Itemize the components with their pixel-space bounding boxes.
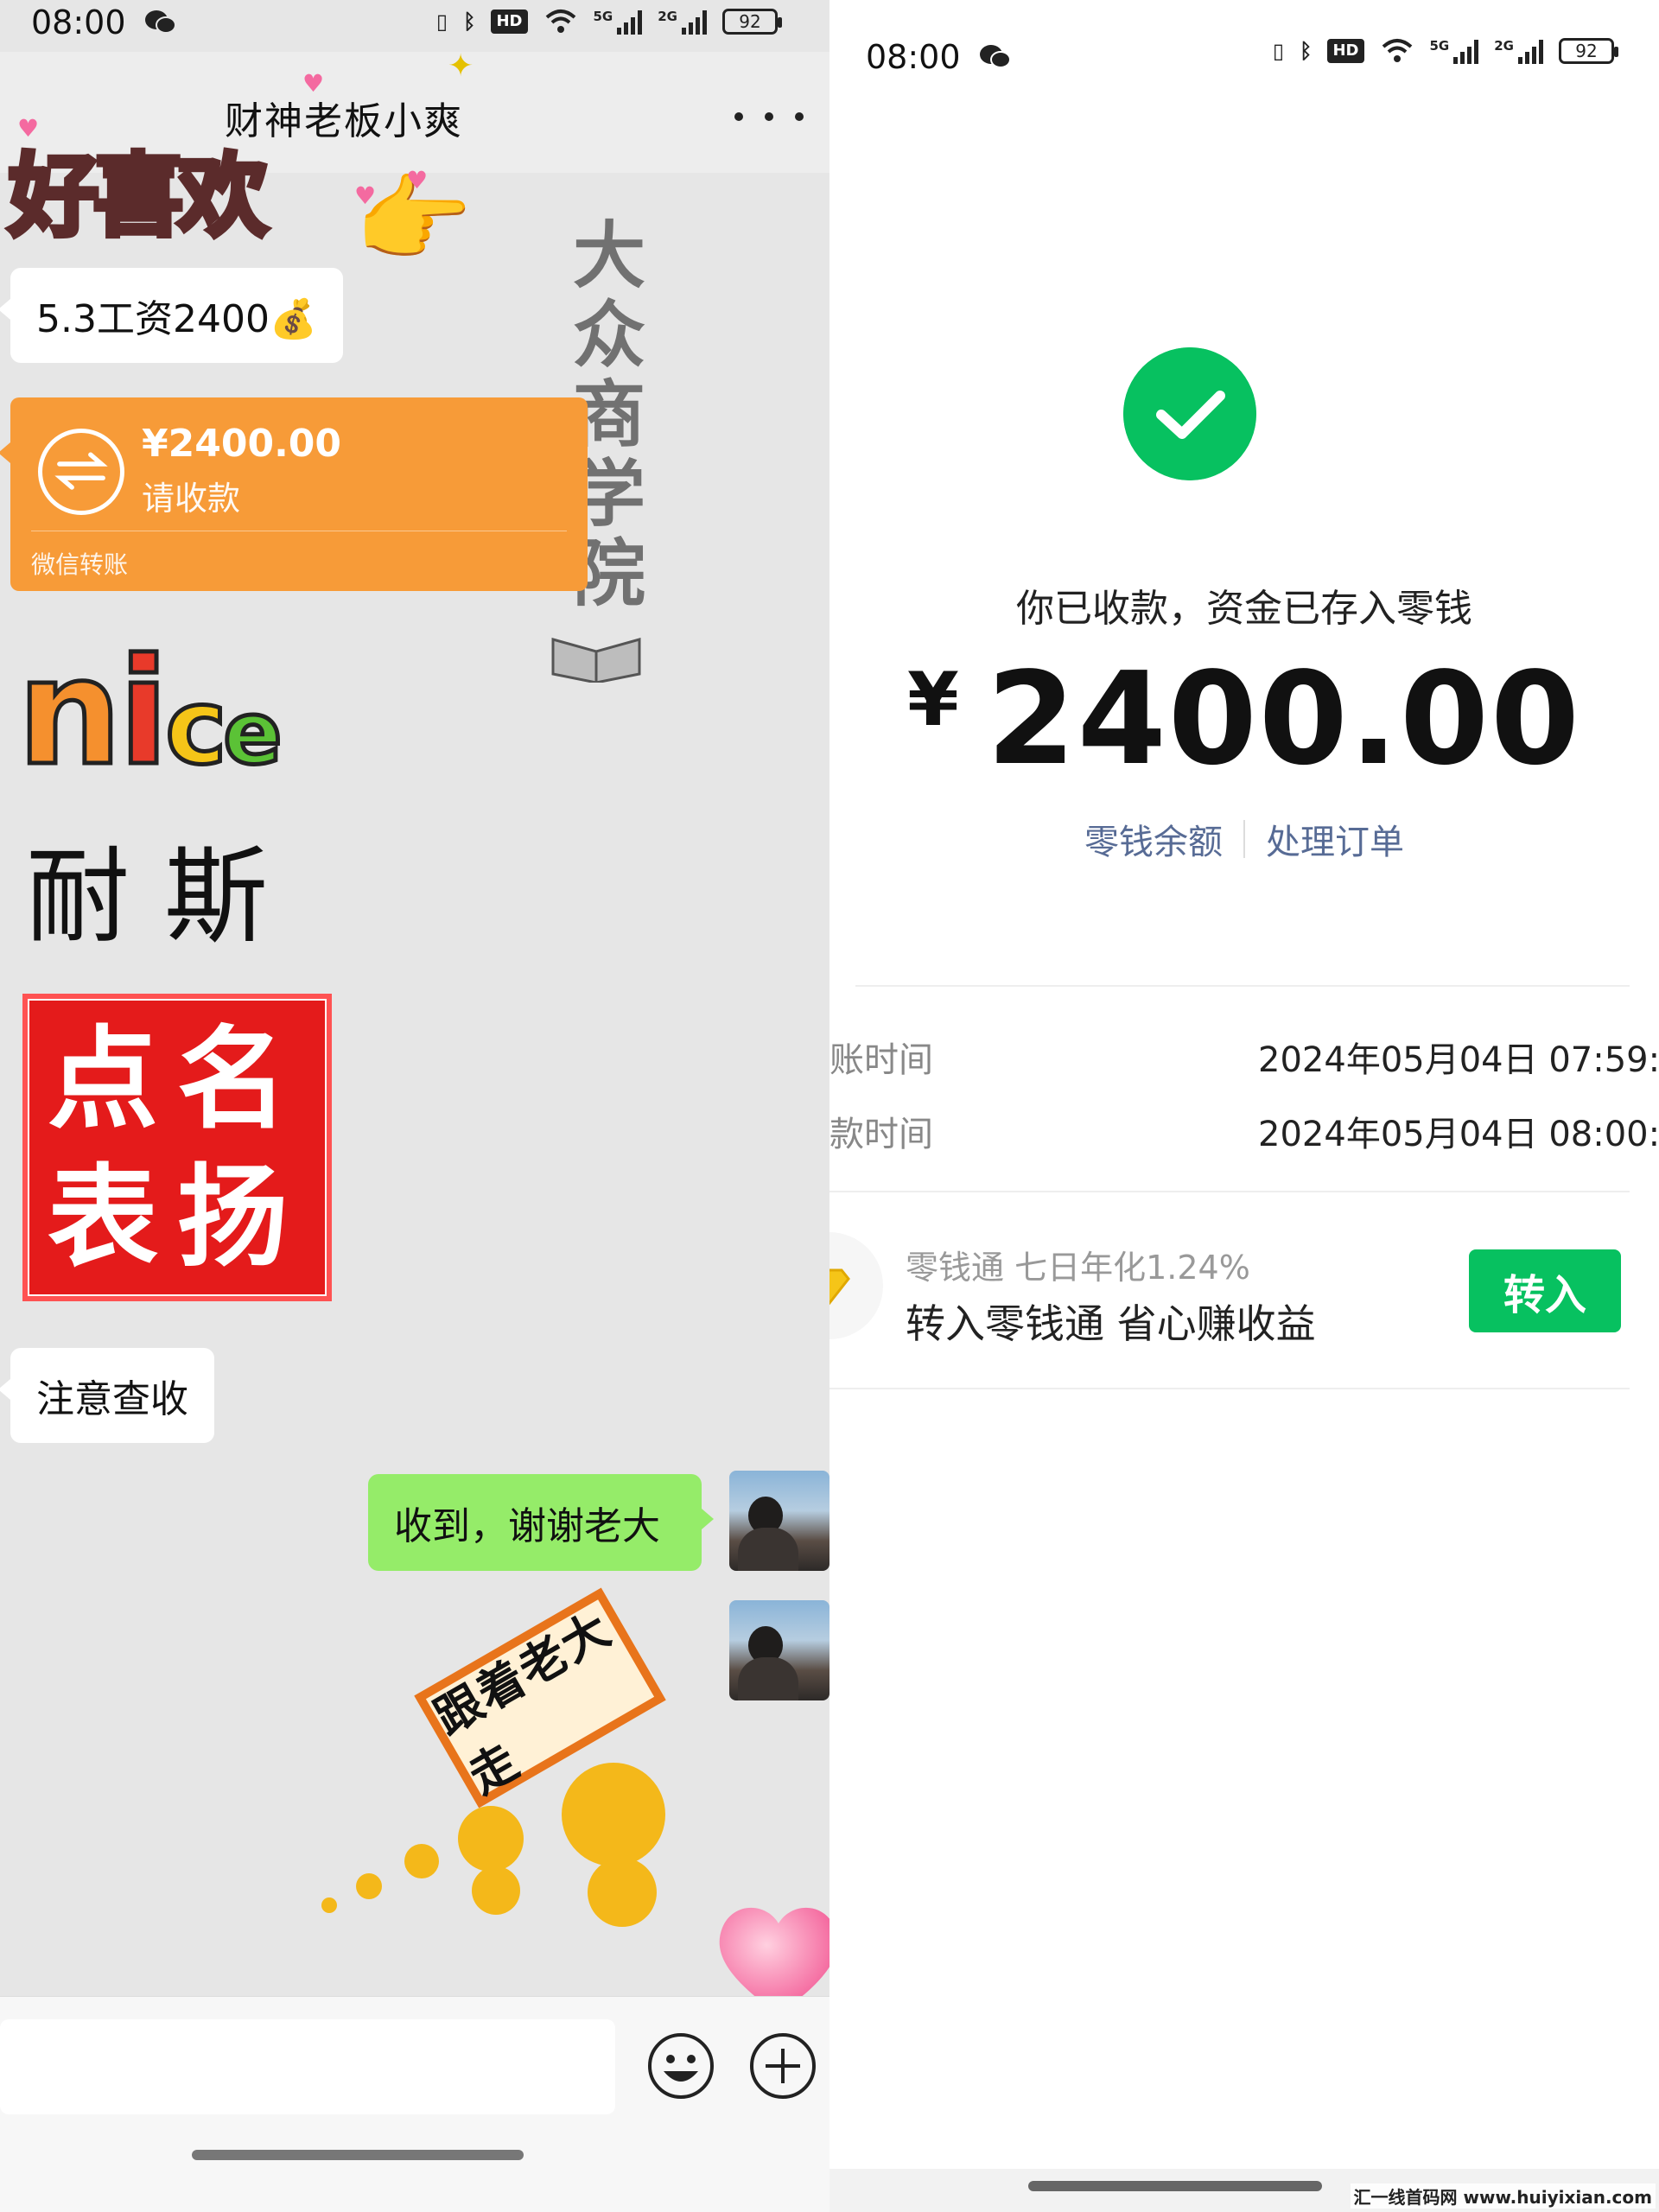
divider	[855, 985, 1630, 987]
sticker-genzhe-laoda[interactable]: 跟着老大走	[302, 1587, 700, 1936]
message-text: 注意查收	[36, 1377, 188, 1421]
orders-link[interactable]: 处理订单	[1266, 814, 1404, 864]
message-bubble-received[interactable]: 5.3工资2400💰	[0, 268, 343, 363]
detail-row: 账时间 2024年05月04日 07:59:01	[830, 1032, 1659, 1084]
status-bar: 08:00 ▯ ᛒ HD 5G 2G 92	[0, 0, 830, 45]
transfer-card[interactable]: ¥2400.00 请收款 微信转账	[0, 397, 588, 591]
home-indicator[interactable]	[192, 2150, 524, 2160]
bluetooth-icon: ᛒ	[463, 10, 476, 34]
transfer-status: 请收款	[142, 480, 241, 518]
footer-watermark: 汇一线首码网 www.huiyixian.com	[1350, 2183, 1656, 2209]
status-time: 08:00	[31, 3, 126, 41]
detail-value: 2024年05月04日 08:00:21	[1258, 1115, 1659, 1154]
divider	[830, 1388, 1630, 1389]
promo-title: 零钱通 七日年化1.24%	[906, 1249, 1250, 1287]
sticker-red-line1: 点名	[47, 1015, 307, 1144]
detail-label: 账时间	[830, 1040, 933, 1080]
wechat-notification-icon	[980, 45, 1011, 68]
duck-icon	[472, 1866, 520, 1915]
message-input[interactable]	[0, 2019, 615, 2114]
input-bar	[0, 1996, 830, 2212]
more-options-button[interactable]	[734, 104, 804, 130]
hd-icon: HD	[1327, 39, 1364, 63]
book-icon	[551, 638, 641, 683]
duck-icon	[562, 1763, 665, 1866]
message-text: 5.3工资2400💰	[36, 297, 317, 341]
bluetooth-icon: ᛒ	[1300, 39, 1313, 63]
sparkle-icon: ✦	[448, 48, 474, 84]
status-time: 08:00	[866, 38, 961, 76]
success-check-icon	[1123, 347, 1256, 480]
chat-screen: 08:00 ▯ ᛒ HD 5G 2G 92 财神老板小爽 好喜欢 👉 ♥ ♥ ♥…	[0, 0, 830, 2212]
message-bubble-received[interactable]: 注意查收	[0, 1348, 214, 1443]
payment-result-screen: 08:00 ▯ ᛒ HD 5G 2G 92 你已收款，资金已存入零钱 ¥2400…	[830, 0, 1659, 2212]
message-text: 收到，谢谢老大	[394, 1504, 660, 1548]
home-indicator[interactable]	[1028, 2181, 1322, 2191]
emoji-button[interactable]	[646, 2031, 715, 2101]
duck-icon	[458, 1806, 524, 1872]
vibrate-icon: ▯	[435, 10, 448, 34]
transfer-in-button[interactable]: 转入	[1469, 1249, 1621, 1332]
hd-icon: HD	[491, 10, 528, 34]
battery-icon: 92	[722, 9, 782, 35]
sticker-nice[interactable]: nice 耐斯	[15, 627, 346, 958]
currency-symbol: ¥	[907, 657, 961, 743]
duck-icon	[321, 1897, 337, 1913]
transfer-exchange-icon	[38, 429, 124, 515]
transfer-label: 微信转账	[31, 550, 129, 579]
signal-2g-icon: 2G	[658, 9, 707, 35]
result-links: 零钱余额 处理订单	[830, 814, 1659, 864]
heart-icon: ♥	[406, 166, 429, 194]
signal-2g-icon: 2G	[1494, 38, 1543, 64]
heart-icon: ♥	[17, 114, 40, 143]
sticker-haoxihuan-text: 好喜欢	[6, 140, 270, 251]
duck-icon	[404, 1844, 439, 1878]
sticker-haoxihuan[interactable]: 好喜欢 👉 ♥ ♥ ♥ ♥ ✦	[0, 48, 474, 275]
detail-label: 款时间	[830, 1115, 933, 1154]
sticker-nice-en: nice	[15, 627, 283, 798]
diamond-icon	[830, 1232, 883, 1339]
sticker-nice-cn: 耐斯	[26, 837, 302, 957]
avatar[interactable]	[729, 1471, 830, 1571]
wifi-icon	[1382, 39, 1412, 62]
amount-value: 2400.00	[986, 645, 1581, 793]
sticker-red-line2: 表扬	[47, 1154, 307, 1282]
heart-icon: ♥	[302, 69, 325, 98]
balance-link[interactable]: 零钱余额	[1084, 814, 1223, 864]
detail-value: 2024年05月04日 07:59:01	[1258, 1040, 1659, 1080]
sticker-dianming-biaoyang[interactable]: 点名 表扬	[22, 994, 332, 1301]
signal-5g-icon: 5G	[594, 9, 643, 35]
promo-description: 转入零钱通 省心赚收益	[906, 1300, 1316, 1347]
signal-5g-icon: 5G	[1430, 38, 1479, 64]
more-functions-button[interactable]	[748, 2031, 817, 2101]
transfer-amount: ¥2400.00	[142, 422, 342, 466]
duck-icon	[356, 1873, 382, 1899]
divider	[1243, 820, 1245, 858]
received-amount: ¥2400.00	[830, 645, 1659, 793]
message-bubble-sent[interactable]: 收到，谢谢老大	[368, 1474, 714, 1571]
vibrate-icon: ▯	[1272, 39, 1285, 63]
avatar[interactable]	[729, 1600, 830, 1700]
wechat-notification-icon	[145, 10, 176, 34]
duck-icon	[588, 1858, 657, 1927]
battery-icon: 92	[1559, 38, 1618, 64]
heart-icon: ♥	[354, 181, 377, 210]
success-message: 你已收款，资金已存入零钱	[1016, 587, 1472, 631]
wifi-icon	[545, 10, 575, 33]
detail-row: 款时间 2024年05月04日 08:00:21	[830, 1106, 1659, 1158]
divider	[830, 1191, 1630, 1192]
